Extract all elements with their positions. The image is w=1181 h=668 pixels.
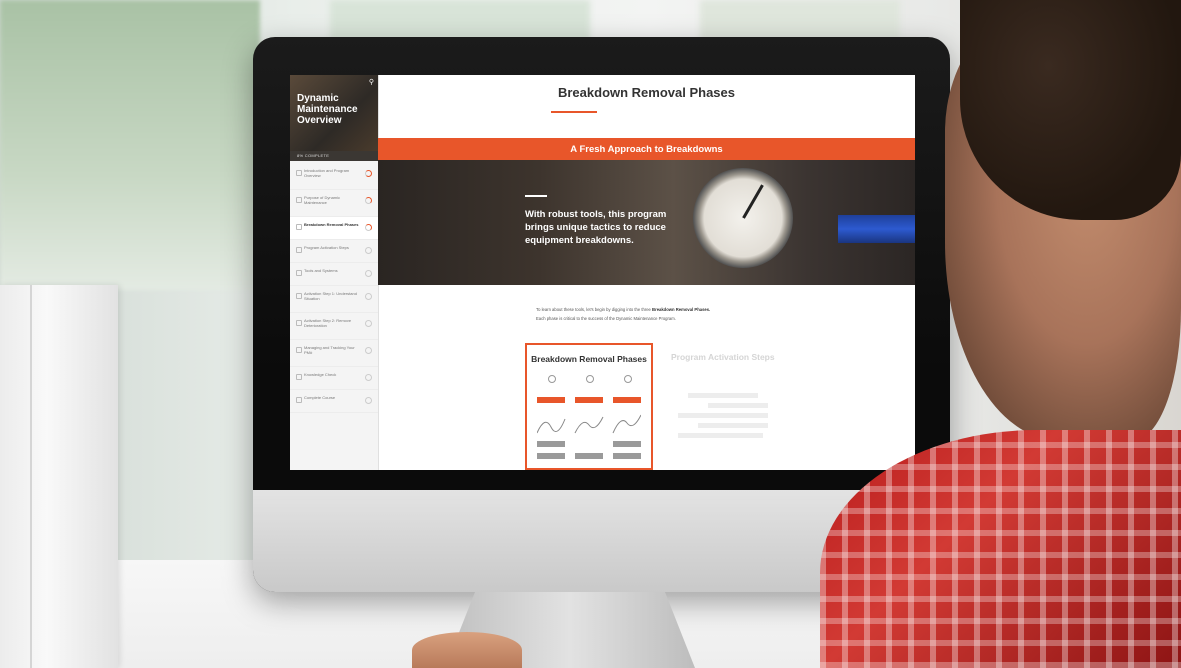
phase-icon [624, 375, 632, 383]
book-stack [0, 285, 118, 668]
lesson-icon [296, 224, 302, 230]
lesson-icon [296, 197, 302, 203]
sidebar-item-activation-step-2[interactable]: Activation Step 2: Remove Deterioration [290, 313, 378, 340]
lesson-content: Breakdown Removal Phases A Fresh Approac… [378, 75, 915, 470]
hero-text: With robust tools, this program brings u… [525, 209, 667, 246]
phase-curve-graphic [537, 414, 641, 434]
card-title: Breakdown Removal Phases [531, 354, 647, 364]
lesson-icon [296, 347, 302, 353]
background-window [330, 0, 590, 40]
sidebar-item-knowledge-check[interactable]: Knowledge Check [290, 367, 378, 390]
monitor-screen: Dynamic Maintenance Overview ⚲ 8% COMPLE… [290, 75, 915, 470]
hero-divider [525, 195, 547, 197]
sidebar-item-label: Activation Step 2: Remove Deterioration [304, 318, 352, 328]
sidebar-item-activation-step-1[interactable]: Activation Step 1: Understand Situation [290, 286, 378, 313]
progress-ring-icon [365, 270, 372, 277]
background-window [0, 0, 260, 290]
sidebar-item-label: Activation Step 1: Understand Situation [304, 291, 357, 301]
quiz-icon [296, 374, 302, 380]
phase-icon [548, 375, 556, 383]
phase-icon [586, 375, 594, 383]
lesson-icon [296, 247, 302, 253]
course-title: Dynamic Maintenance Overview [297, 93, 358, 126]
card-breakdown-removal-phases[interactable]: Breakdown Removal Phases [525, 343, 653, 470]
sidebar-item-label: Introduction and Program Overview [304, 168, 350, 178]
sidebar-item-managing-and-tracking[interactable]: Managing and Tracking Your PM# [290, 340, 378, 367]
progress-ring-icon [365, 247, 372, 254]
lesson-icon [296, 170, 302, 176]
sidebar-item-label: Complete Course [304, 395, 336, 400]
phase-box [613, 397, 641, 403]
sidebar-item-breakdown-removal-phases[interactable]: Breakdown Removal Phases [290, 217, 378, 240]
section-banner: A Fresh Approach to Breakdowns [378, 138, 915, 160]
phase-step [575, 453, 603, 459]
intro-paragraph: To learn about these tools, let's begin … [536, 305, 776, 323]
ghost-card-bar [678, 413, 768, 418]
phase-step [537, 453, 565, 459]
sidebar-item-label: Knowledge Check [304, 372, 337, 377]
progress-ring-icon [365, 320, 372, 327]
lesson-icon [296, 397, 302, 403]
banner-text: A Fresh Approach to Breakdowns [570, 144, 723, 155]
phase-box [537, 397, 565, 403]
sidebar-item-introduction[interactable]: Introduction and Program Overview [290, 163, 378, 190]
lesson-list: Introduction and Program Overview Purpos… [290, 163, 378, 413]
hero-image: With robust tools, this program brings u… [378, 160, 915, 285]
title-divider [551, 111, 597, 113]
ghost-card-bar [708, 403, 768, 408]
background-window [700, 0, 900, 40]
course-sidebar: Dynamic Maintenance Overview ⚲ 8% COMPLE… [290, 75, 379, 470]
person-hand [412, 632, 522, 668]
sidebar-item-label: Tools and Systems [304, 268, 338, 273]
progress-bar: 8% COMPLETE [290, 151, 378, 161]
lesson-icon [296, 270, 302, 276]
pressure-gauge-image [693, 168, 793, 268]
sidebar-item-purpose[interactable]: Purpose of Dynamic Maintenance [290, 190, 378, 217]
sidebar-item-label: Breakdown Removal Phases [304, 222, 359, 227]
sidebar-item-label: Managing and Tracking Your PM# [304, 345, 355, 355]
progress-ring-icon [365, 397, 372, 404]
ghost-card-bar [688, 393, 758, 398]
ghost-card-bar [678, 433, 763, 438]
search-icon[interactable]: ⚲ [369, 78, 374, 86]
sidebar-item-label: Program Activation Steps [304, 245, 349, 250]
sidebar-item-label: Purpose of Dynamic Maintenance [304, 195, 341, 205]
intro-text: Each phase is critical to the success of… [536, 316, 676, 321]
sidebar-header: Dynamic Maintenance Overview ⚲ [290, 75, 378, 151]
progress-ring-icon [365, 170, 372, 177]
ghost-card-bar [698, 423, 768, 428]
intro-text: To learn about these tools, let's begin … [536, 307, 653, 312]
sidebar-item-tools-and-systems[interactable]: Tools and Systems [290, 263, 378, 286]
phase-step [613, 453, 641, 459]
phase-step [613, 441, 641, 447]
card-program-activation-steps[interactable]: Program Activation Steps [671, 352, 775, 362]
phase-step [537, 441, 565, 447]
progress-label: 8% COMPLETE [297, 153, 330, 158]
sidebar-item-program-activation-steps[interactable]: Program Activation Steps [290, 240, 378, 263]
page-title: Breakdown Removal Phases [557, 85, 736, 100]
progress-ring-icon [365, 374, 372, 381]
progress-ring-icon [365, 347, 372, 354]
intro-bold-text: Breakdown Removal Phases. [652, 307, 711, 312]
gauge-needle [742, 184, 764, 219]
lesson-icon [296, 320, 302, 326]
sidebar-item-complete-course[interactable]: Complete Course [290, 390, 378, 413]
pipe-image [838, 215, 915, 243]
progress-ring-icon [365, 224, 372, 231]
phase-box [575, 397, 603, 403]
lesson-icon [296, 293, 302, 299]
progress-ring-icon [365, 197, 372, 204]
progress-ring-icon [365, 293, 372, 300]
phases-diagram-thumbnail [537, 375, 641, 465]
